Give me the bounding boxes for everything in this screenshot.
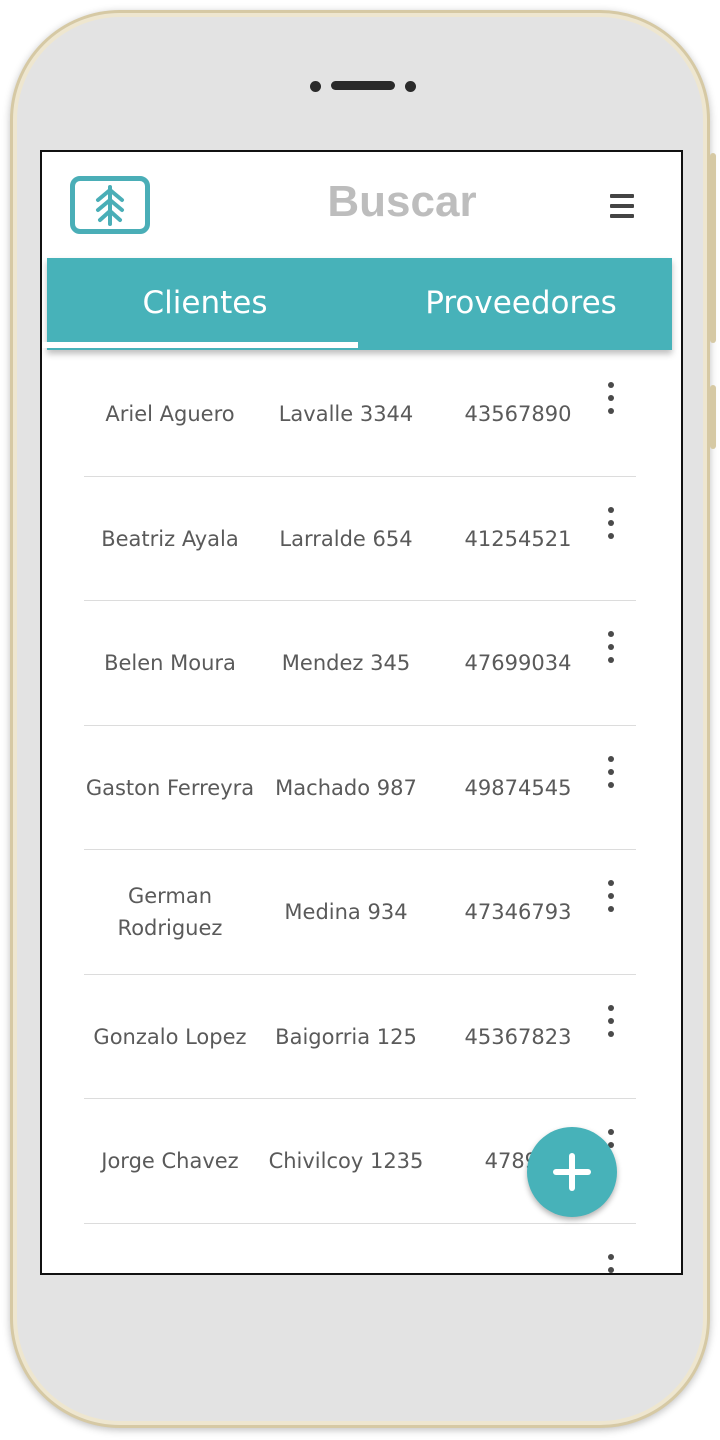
list-item[interactable]: Belen Moura Mendez 345 47699034 xyxy=(42,601,681,726)
more-vert-icon[interactable] xyxy=(604,1253,618,1274)
camera-dot xyxy=(310,81,321,92)
client-name: Beatriz Ayala xyxy=(101,526,239,551)
client-name: German Rodriguez xyxy=(117,884,223,941)
more-vert-icon[interactable] xyxy=(604,755,618,788)
client-name: Ariel Aguero xyxy=(105,402,235,427)
client-phone: 43567890 xyxy=(464,402,572,427)
side-button xyxy=(710,385,716,449)
client-name: Belen Moura xyxy=(104,651,236,676)
client-phone: 47699034 xyxy=(464,651,572,676)
list-item[interactable]: Ariel Aguero Lavalle 3344 43567890 xyxy=(42,352,681,477)
list-item[interactable]: Beatriz Ayala Larralde 654 41254521 xyxy=(42,477,681,601)
app-header: Buscar xyxy=(42,152,681,258)
active-tab-indicator xyxy=(42,342,358,348)
client-address: Chivilcoy 1235 xyxy=(268,1149,424,1174)
more-vert-icon[interactable] xyxy=(604,631,618,663)
list-item[interactable]: Gaston Ferreyra Machado 987 49874545 xyxy=(42,726,681,850)
client-name: Gaston Ferreyra xyxy=(85,775,255,800)
app-screen: Buscar Clientes Proveedores Ariel Aguero… xyxy=(40,150,683,1275)
app-logo[interactable] xyxy=(70,176,150,234)
more-vert-icon[interactable] xyxy=(604,880,618,912)
client-address: Machado 987 xyxy=(275,775,417,800)
speaker-grille xyxy=(331,81,395,90)
search-title[interactable]: Buscar xyxy=(322,177,482,227)
tab-proveedores[interactable]: Proveedores xyxy=(363,258,679,350)
tab-bar: Clientes Proveedores xyxy=(47,258,672,350)
client-phone: 45367823 xyxy=(464,1024,572,1049)
more-vert-icon[interactable] xyxy=(604,506,618,539)
client-phone: 49874545 xyxy=(464,775,572,800)
add-client-button[interactable] xyxy=(527,1127,617,1217)
tab-clientes[interactable]: Clientes xyxy=(47,258,363,350)
more-vert-icon[interactable] xyxy=(604,1004,618,1037)
plus-icon xyxy=(553,1153,591,1191)
hamburger-menu-icon[interactable] xyxy=(610,194,634,220)
sensor-dot xyxy=(405,81,416,92)
client-address: Medina 934 xyxy=(284,900,408,925)
client-phone: 47346793 xyxy=(464,900,572,925)
tree-icon xyxy=(96,185,124,226)
client-phone: 41254521 xyxy=(464,526,572,551)
list-item-partial[interactable] xyxy=(42,1224,681,1274)
client-address: Mendez 345 xyxy=(281,651,411,676)
client-address: Baigorria 125 xyxy=(275,1024,417,1049)
list-item[interactable]: Gonzalo Lopez Baigorria 125 45367823 xyxy=(42,975,681,1099)
list-item[interactable]: German Rodriguez Medina 934 47346793 xyxy=(42,850,681,975)
side-button xyxy=(710,153,716,343)
client-name: Gonzalo Lopez xyxy=(93,1024,247,1049)
more-vert-icon[interactable] xyxy=(604,382,618,414)
client-address: Lavalle 3344 xyxy=(278,402,414,427)
client-address: Larralde 654 xyxy=(279,526,413,551)
client-name: Jorge Chavez xyxy=(101,1149,239,1174)
